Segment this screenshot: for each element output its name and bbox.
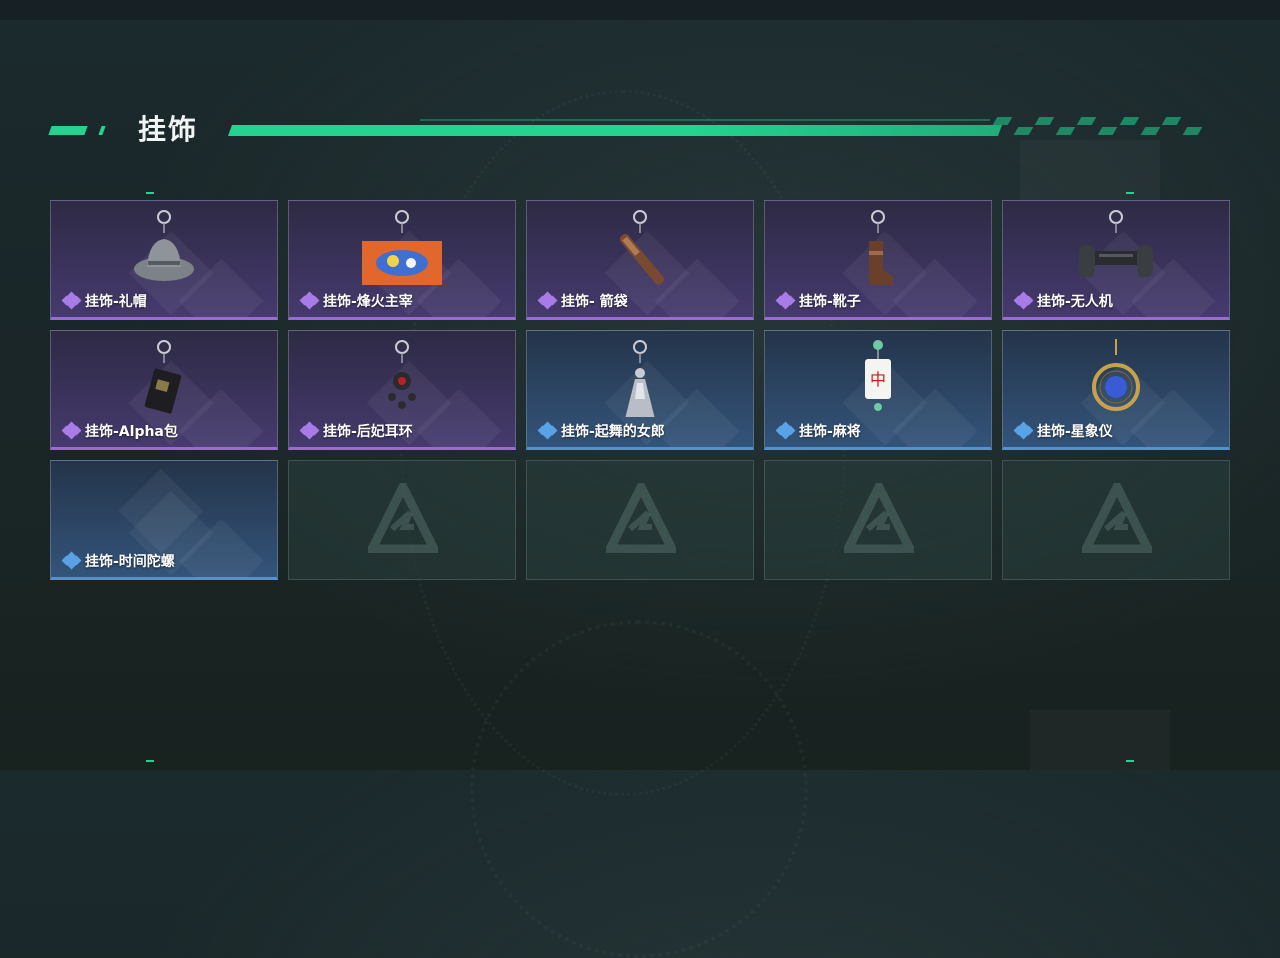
empty-slot[interactable] xyxy=(288,460,516,580)
corner-tick xyxy=(1126,192,1134,194)
rarity-gem-icon xyxy=(61,421,82,440)
pendant-card[interactable]: 挂饰- 箭袋 xyxy=(526,200,754,320)
rarity-gem-icon xyxy=(1013,291,1034,310)
graffiti-card-icon xyxy=(362,210,442,285)
earring-icon xyxy=(388,340,416,409)
empty-slot[interactable] xyxy=(1002,460,1230,580)
pendant-label: 挂饰-靴子 xyxy=(775,291,861,311)
pendant-name: 挂饰-靴子 xyxy=(799,294,861,310)
background-shape xyxy=(1030,710,1170,770)
background-ring-lower xyxy=(470,620,808,958)
pendant-card[interactable]: 挂饰-无人机 xyxy=(1002,200,1230,320)
rarity-gem-icon xyxy=(537,291,558,310)
empty-slot[interactable] xyxy=(764,460,992,580)
pendant-card[interactable]: 挂饰-靴子 xyxy=(764,200,992,320)
pendant-name: 挂饰-起舞的女郎 xyxy=(561,424,665,440)
pendant-name: 挂饰-礼帽 xyxy=(85,294,147,310)
game-logo-icon xyxy=(368,483,438,553)
drone-icon xyxy=(1079,210,1153,277)
rarity-gem-icon xyxy=(299,421,320,440)
pendant-name: 挂饰-无人机 xyxy=(1037,294,1113,310)
boot-icon xyxy=(869,210,893,285)
pendant-label: 挂饰-时间陀螺 xyxy=(61,551,175,571)
pendant-name: 挂饰-Alpha包 xyxy=(85,424,178,440)
background-shape xyxy=(1020,140,1160,200)
pendant-card[interactable]: 挂饰-星象仪 xyxy=(1002,330,1230,450)
top-bar xyxy=(0,0,1280,20)
pendant-card[interactable]: 挂饰-起舞的女郎 xyxy=(526,330,754,450)
alpha-pack-icon xyxy=(144,340,182,414)
pendant-label: 挂饰-烽火主宰 xyxy=(299,291,413,311)
quiver-icon xyxy=(619,210,665,285)
corner-tick xyxy=(1126,760,1134,762)
page-title: 挂饰 xyxy=(138,113,199,146)
mahjong-tile-icon: 中 xyxy=(865,340,891,411)
fedora-hat-icon xyxy=(134,210,194,281)
rarity-gem-icon xyxy=(1013,421,1034,440)
pendant-label: 挂饰-Alpha包 xyxy=(61,421,178,441)
pendant-grid: 挂饰-礼帽 挂饰-烽火主宰 挂饰- 箭袋 挂饰-靴子 挂饰-无人机 挂饰-Alpha包 挂饰… xyxy=(50,200,1230,580)
header-accent-bar xyxy=(48,126,88,135)
rarity-gem-icon xyxy=(61,551,82,570)
header-thin-line xyxy=(420,119,990,121)
pendant-card[interactable]: 挂饰-礼帽 xyxy=(50,200,278,320)
rarity-gem-icon xyxy=(775,421,796,440)
pendant-card[interactable]: 挂饰-烽火主宰 xyxy=(288,200,516,320)
pendant-label: 挂饰- 箭袋 xyxy=(537,291,628,311)
pendant-card[interactable]: 挂饰-后妃耳环 xyxy=(288,330,516,450)
rarity-gem-icon xyxy=(537,421,558,440)
header-accent-bar xyxy=(98,126,106,135)
pendant-label: 挂饰-星象仪 xyxy=(1013,421,1113,441)
svg-text:中: 中 xyxy=(870,370,886,389)
pendant-name: 挂饰-麻将 xyxy=(799,424,861,440)
header-checker-pattern xyxy=(992,117,1203,137)
pendant-card[interactable]: 挂饰-时间陀螺 xyxy=(50,460,278,580)
corner-tick xyxy=(146,192,154,194)
pendant-name: 挂饰-后妃耳环 xyxy=(323,424,413,440)
empty-slot[interactable] xyxy=(526,460,754,580)
pendant-card[interactable]: 中挂饰-麻将 xyxy=(764,330,992,450)
rarity-gem-icon xyxy=(61,291,82,310)
pendant-card[interactable]: 挂饰-Alpha包 xyxy=(50,330,278,450)
pendant-label: 挂饰-麻将 xyxy=(775,421,861,441)
pendant-label: 挂饰-无人机 xyxy=(1013,291,1113,311)
pendant-name: 挂饰-烽火主宰 xyxy=(323,294,413,310)
dancing-girl-icon xyxy=(625,340,655,417)
pendant-name: 挂饰-星象仪 xyxy=(1037,424,1113,440)
pendant-name: 挂饰- 箭袋 xyxy=(561,294,628,310)
game-logo-icon xyxy=(1082,483,1152,553)
pendant-name: 挂饰-时间陀螺 xyxy=(85,554,175,570)
pendant-label: 挂饰-后妃耳环 xyxy=(299,421,413,441)
pendant-label: 挂饰-礼帽 xyxy=(61,291,147,311)
rarity-gem-icon xyxy=(299,291,320,310)
pendant-label: 挂饰-起舞的女郎 xyxy=(537,421,665,441)
game-logo-icon xyxy=(606,483,676,553)
header-accent-line xyxy=(227,125,1003,136)
game-logo-icon xyxy=(844,483,914,553)
corner-tick xyxy=(146,760,154,762)
astrolabe-icon xyxy=(1092,339,1140,411)
rarity-gem-icon xyxy=(775,291,796,310)
